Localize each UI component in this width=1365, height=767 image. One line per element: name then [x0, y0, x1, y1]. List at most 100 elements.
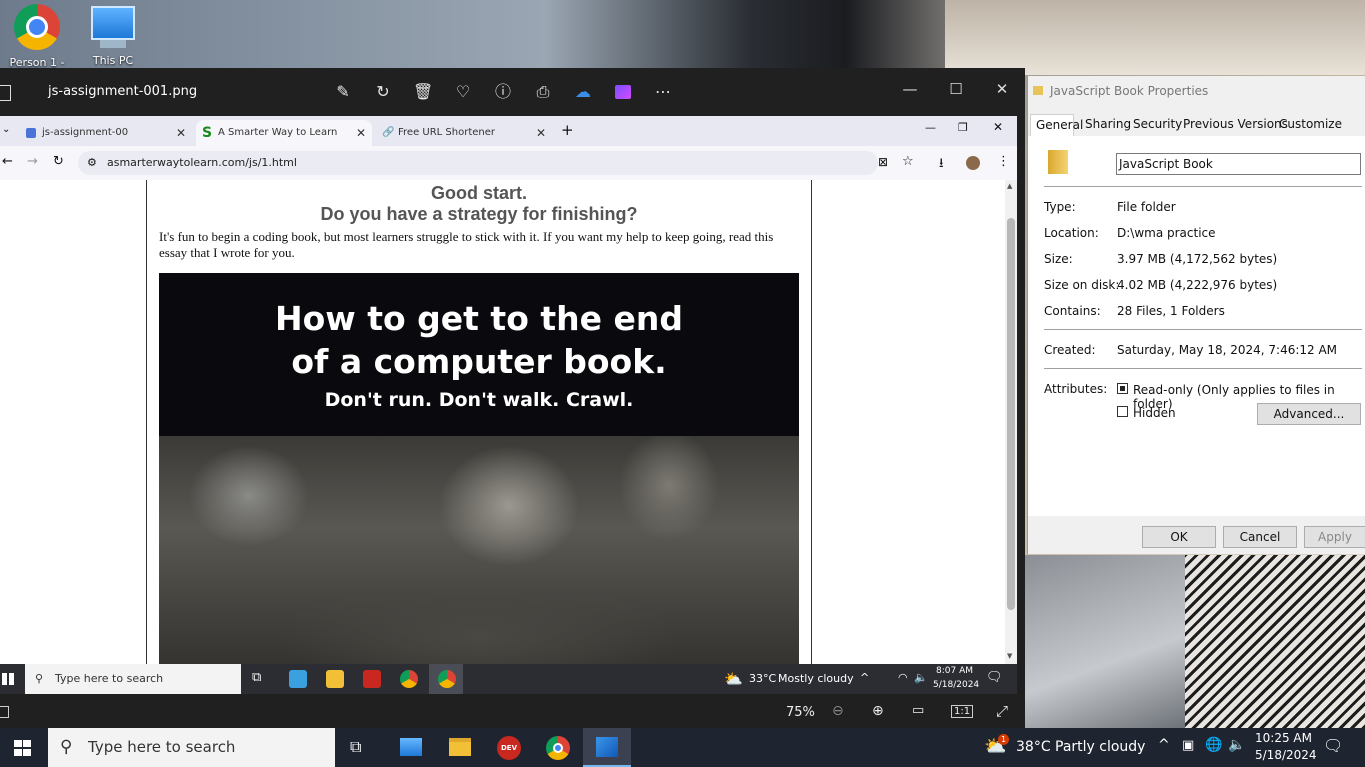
clipchamp-icon[interactable] — [613, 82, 633, 102]
windows-start-icon[interactable] — [2, 673, 14, 685]
scrollbar-thumb[interactable] — [1007, 218, 1015, 610]
favorite-heart-icon[interactable]: ♡ — [453, 82, 473, 102]
type-label: Type: — [1044, 200, 1076, 214]
desktop-icon-this-pc[interactable]: This PC — [78, 6, 148, 67]
address-bar[interactable]: ⚙ asmarterwaytolearn.com/js/1.html ⊠ ☆ — [78, 151, 914, 175]
chrome-taskbar-icon[interactable] — [400, 670, 418, 688]
close-button[interactable]: ✕ — [979, 74, 1025, 104]
general-panel: JavaScript Book Type: File folder Locati… — [1028, 136, 1365, 516]
pc-app-icon[interactable] — [289, 670, 307, 688]
chrome-profile-icon[interactable] — [438, 670, 456, 688]
ok-button[interactable]: OK — [1142, 526, 1216, 548]
photos-taskbar-icon[interactable] — [596, 737, 618, 757]
dialog-title: JavaScript Book Properties — [1050, 84, 1209, 98]
tray-chevron-icon[interactable]: ^ — [1158, 737, 1170, 753]
delete-icon[interactable]: 🗑 — [413, 82, 433, 102]
tray-network-icon[interactable]: ◠ — [898, 671, 908, 684]
tab-close-icon[interactable]: ✕ — [536, 120, 546, 146]
tab-sharing[interactable]: Sharing — [1085, 117, 1131, 131]
downloads-icon[interactable]: ⭳ — [939, 154, 944, 176]
advanced-button[interactable]: Advanced... — [1257, 403, 1361, 425]
cancel-button[interactable]: Cancel — [1223, 526, 1297, 548]
file-explorer-icon[interactable] — [326, 670, 344, 688]
search-icon: ⚲ — [35, 672, 44, 685]
windows-start-button[interactable] — [14, 740, 31, 756]
banner-subtitle: Don't run. Don't walk. Crawl. — [324, 389, 634, 411]
tab-url-shortener[interactable]: 🔗 Free URL Shortener ✕ — [376, 120, 552, 146]
back-icon[interactable]: ← — [2, 154, 13, 169]
apply-button[interactable]: Apply — [1304, 526, 1365, 548]
tab-close-icon[interactable]: ✕ — [176, 120, 186, 146]
bookmark-star-icon[interactable]: ☆ — [902, 154, 914, 169]
info-icon[interactable]: ⓘ — [493, 82, 513, 102]
browser-close-button[interactable]: ✕ — [993, 120, 1003, 134]
page-scrollbar[interactable]: ▲ ▼ — [1005, 180, 1017, 664]
tab-js-assignment[interactable]: js-assignment-00 ✕ — [20, 120, 192, 146]
notification-icon[interactable]: 🗨 — [1323, 736, 1343, 755]
properties-dialog: JavaScript Book Properties General Shari… — [1027, 76, 1365, 554]
zoom-level: 75% — [786, 705, 815, 720]
desktop-icon-chrome-person[interactable]: Person 1 - — [2, 4, 72, 69]
clock-date: 5/18/2024 — [933, 680, 980, 690]
created-label: Created: — [1044, 343, 1096, 357]
forward-icon[interactable]: → — [27, 154, 38, 169]
divider — [1044, 368, 1362, 369]
edit-image-icon[interactable]: ✎ — [333, 82, 353, 102]
tab-smarter-way[interactable]: S A Smarter Way to Learn JavaSc ✕ — [196, 120, 372, 164]
site-info-icon[interactable]: ⚙ — [87, 156, 97, 169]
tab-previous-versions[interactable]: Previous Versions — [1183, 117, 1288, 131]
tab-general[interactable]: General — [1030, 114, 1083, 136]
essay-banner[interactable]: How to get to the end of a computer book… — [159, 273, 799, 436]
more-options-icon[interactable]: ⋯ — [653, 82, 673, 102]
maximize-button[interactable]: ☐ — [933, 74, 979, 104]
task-view-icon[interactable]: ⧉ — [350, 737, 361, 757]
notification-icon[interactable]: 🗨 — [986, 670, 1003, 685]
reload-icon[interactable]: ↻ — [53, 154, 64, 169]
intro-paragraph: It's fun to begin a coding book, but mos… — [159, 229, 774, 260]
scroll-down-arrow[interactable]: ▼ — [1007, 652, 1012, 660]
tab-security[interactable]: Security — [1133, 117, 1182, 131]
taskbar-search-box[interactable]: ⚲ Type here to search — [48, 728, 335, 767]
profile-avatar[interactable] — [966, 156, 980, 170]
tab-customize[interactable]: Customize — [1279, 117, 1342, 131]
tray-globe-icon[interactable]: 🌐 — [1205, 737, 1222, 753]
fullscreen-icon[interactable]: ⤢ — [996, 702, 1008, 720]
filmstrip-icon[interactable] — [0, 706, 9, 718]
location-value: D:\wma practice — [1117, 226, 1216, 240]
tab-close-icon[interactable]: ✕ — [356, 120, 366, 146]
tray-chevron-icon[interactable]: ^ — [860, 671, 869, 684]
onedrive-icon[interactable]: ☁ — [573, 82, 593, 102]
fit-to-window-icon[interactable]: ▭ — [912, 703, 924, 718]
screenshot-search-box[interactable]: ⚲ Type here to search — [25, 664, 241, 694]
file-explorer-icon[interactable] — [449, 738, 471, 756]
folder-name-input[interactable]: JavaScript Book — [1116, 153, 1361, 175]
pc-app-icon[interactable] — [400, 738, 422, 756]
chrome-taskbar-icon[interactable] — [546, 736, 570, 760]
chrome-menu-icon[interactable]: ⋮ — [997, 154, 1010, 169]
camera-off-icon[interactable]: ⊠ — [878, 155, 888, 169]
hidden-checkbox[interactable] — [1117, 406, 1128, 417]
rotate-icon[interactable]: ↻ — [373, 82, 393, 102]
search-placeholder: Type here to search — [88, 738, 236, 756]
readonly-checkbox[interactable] — [1117, 383, 1128, 394]
new-tab-icon[interactable]: + — [561, 121, 574, 139]
browser-restore-button[interactable]: ❐ — [958, 121, 968, 134]
tray-volume-icon[interactable]: 🔈 — [1228, 737, 1245, 753]
minimize-button[interactable]: — — [887, 74, 933, 104]
task-view-icon[interactable]: ⧉ — [252, 670, 261, 685]
url-text: asmarterwaytolearn.com/js/1.html — [107, 156, 297, 169]
zoom-in-icon[interactable]: ⊕ — [872, 703, 884, 719]
tray-meet-icon[interactable]: ▣ — [1182, 738, 1194, 753]
search-icon: ⚲ — [60, 737, 73, 757]
dev-cpp-icon[interactable]: DEV — [497, 736, 521, 760]
browser-minimize-button[interactable]: — — [925, 121, 936, 134]
screenshot-taskbar: ⚲ Type here to search ⧉ ⛅ 33°C Mostly cl… — [0, 664, 1017, 694]
tab-search-chevron-icon[interactable]: ⌄ — [2, 124, 10, 135]
photos-bottom-bar: 75% ⊖ ⊕ ▭ 1:1 ⤢ — [0, 694, 1025, 728]
zoom-out-icon[interactable]: ⊖ — [832, 703, 844, 719]
tray-volume-icon[interactable]: 🔈 — [914, 671, 928, 684]
print-icon[interactable]: ⎙ — [533, 82, 553, 102]
dev-cpp-icon[interactable] — [363, 670, 381, 688]
scroll-up-arrow[interactable]: ▲ — [1007, 182, 1012, 190]
actual-size-icon[interactable]: 1:1 — [951, 705, 974, 718]
